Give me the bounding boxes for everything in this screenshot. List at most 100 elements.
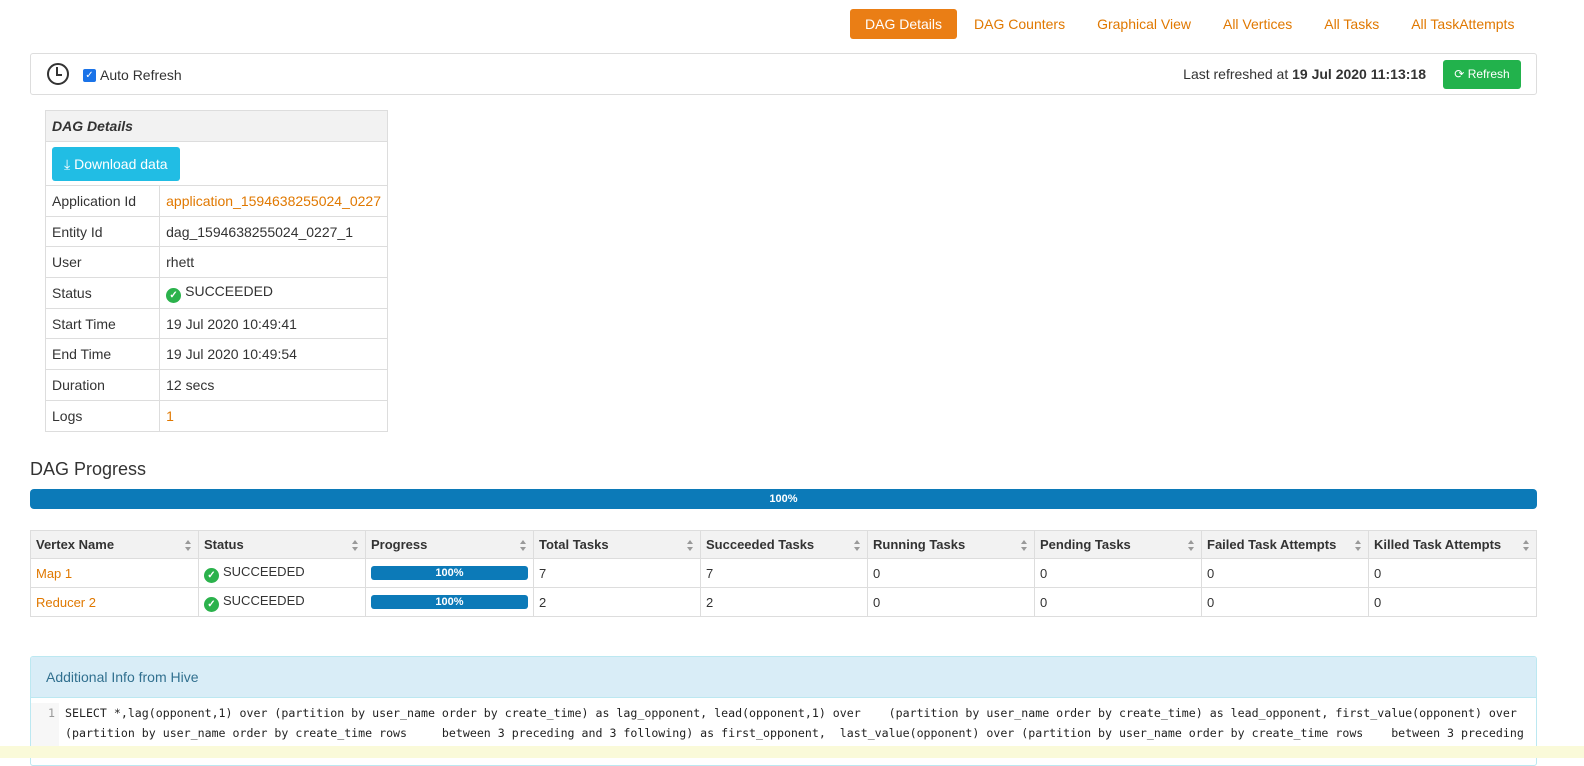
killed-task-attempts: 0	[1368, 587, 1537, 617]
status-cell: ✓ SUCCEEDED	[159, 277, 388, 309]
sort-icon[interactable]	[1021, 540, 1028, 551]
tab-dag-counters[interactable]: DAG Counters	[959, 9, 1080, 39]
vertices-table: Vertex Name Status Progress Total Tasks …	[30, 530, 1537, 617]
detail-value: 19 Jul 2020 10:49:54	[159, 338, 388, 371]
running-tasks: 0	[867, 558, 1035, 588]
check-circle-icon: ✓	[204, 567, 219, 583]
check-circle-icon: ✓	[166, 287, 182, 303]
sort-icon[interactable]	[352, 540, 359, 551]
column-label: Status	[204, 537, 244, 552]
vertex-status-cell: ✓ SUCCEEDED	[198, 587, 366, 617]
sort-icon[interactable]	[687, 540, 694, 551]
bottom-strip	[0, 746, 1584, 758]
col-killed-task-attempts[interactable]: Killed Task Attempts	[1368, 530, 1537, 559]
col-status[interactable]: Status	[198, 530, 366, 559]
detail-value: 12 secs	[159, 369, 388, 401]
last-refreshed-prefix: Last refreshed at	[1183, 66, 1289, 82]
sort-icon[interactable]	[1523, 540, 1530, 551]
detail-row-user: User rhett	[44, 246, 388, 279]
vertex-progress-fill: 100%	[371, 566, 528, 580]
col-pending-tasks[interactable]: Pending Tasks	[1034, 530, 1202, 559]
vertex-progress-cell: 100%	[365, 558, 534, 588]
query-code-editor[interactable]: 1 SELECT *,lag(opponent,1) over (partiti…	[31, 698, 1536, 748]
column-label: Total Tasks	[539, 537, 609, 552]
vertex-status: SUCCEEDED	[223, 592, 305, 608]
tab-all-tasks[interactable]: All Tasks	[1309, 9, 1394, 39]
tab-graphical-view[interactable]: Graphical View	[1082, 9, 1206, 39]
refresh-button[interactable]: ⟳ Refresh	[1443, 60, 1521, 89]
detail-row-logs: Logs 1	[44, 399, 388, 432]
hive-info-title: Additional Info from Hive	[31, 657, 1536, 698]
tab-all-vertices[interactable]: All Vertices	[1208, 9, 1307, 39]
detail-row-start-time: Start Time 19 Jul 2020 10:49:41	[44, 307, 388, 340]
col-running-tasks[interactable]: Running Tasks	[867, 530, 1035, 559]
column-label: Vertex Name	[36, 537, 115, 552]
detail-row-application-id: Application Id application_1594638255024…	[44, 185, 388, 217]
detail-label: Entity Id	[44, 215, 161, 248]
col-total-tasks[interactable]: Total Tasks	[533, 530, 701, 559]
detail-label: Application Id	[44, 185, 161, 217]
top-nav: DAG Details DAG Counters Graphical View …	[850, 9, 1531, 39]
logs-link[interactable]: 1	[166, 408, 174, 424]
col-vertex-name[interactable]: Vertex Name	[30, 530, 199, 559]
detail-label: User	[44, 246, 161, 279]
detail-label: Duration	[44, 369, 161, 401]
col-progress[interactable]: Progress	[365, 530, 534, 559]
detail-value: 19 Jul 2020 10:49:41	[159, 307, 388, 340]
col-failed-task-attempts[interactable]: Failed Task Attempts	[1201, 530, 1369, 559]
detail-label: Logs	[44, 399, 161, 432]
total-tasks: 7	[533, 558, 701, 588]
status-value: SUCCEEDED	[185, 282, 274, 299]
table-row: Reducer 2 ✓ SUCCEEDED 100% 2 2 0 0 0 0	[30, 587, 1537, 617]
clock-icon	[47, 63, 69, 85]
vertex-name-link[interactable]: Map 1	[36, 566, 72, 581]
refresh-bar: ✓ Auto Refresh Last refreshed at 19 Jul …	[30, 53, 1537, 95]
download-data-button[interactable]: ⤓ Download data	[52, 146, 180, 181]
pending-tasks: 0	[1034, 558, 1202, 588]
download-label: Download data	[74, 155, 168, 172]
sort-icon[interactable]	[520, 540, 527, 551]
table-row: Map 1 ✓ SUCCEEDED 100% 7 7 0 0 0 0	[30, 558, 1537, 588]
check-circle-icon: ✓	[204, 596, 219, 612]
vertex-progress-fill: 100%	[371, 595, 528, 609]
column-label: Progress	[371, 537, 428, 552]
pending-tasks: 0	[1034, 587, 1202, 617]
dag-details-table: DAG Details ⤓ Download data Application …	[44, 110, 388, 432]
succeeded-tasks: 7	[700, 558, 868, 588]
dag-progress-fill: 100%	[30, 489, 1537, 509]
detail-label: End Time	[44, 338, 161, 371]
application-id-link[interactable]: application_1594638255024_0227	[166, 193, 381, 209]
sort-icon[interactable]	[854, 540, 861, 551]
vertex-status: SUCCEEDED	[223, 563, 305, 579]
sort-icon[interactable]	[1188, 540, 1195, 551]
vertex-name-link[interactable]: Reducer 2	[36, 595, 96, 610]
download-cell: ⤓ Download data	[45, 141, 388, 186]
auto-refresh-label: Auto Refresh	[100, 67, 182, 83]
detail-row-duration: Duration 12 secs	[44, 369, 388, 401]
col-succeeded-tasks[interactable]: Succeeded Tasks	[700, 530, 868, 559]
failed-task-attempts: 0	[1201, 587, 1369, 617]
auto-refresh-checkbox[interactable]: ✓	[83, 68, 96, 82]
sort-icon[interactable]	[185, 540, 192, 551]
running-tasks: 0	[867, 587, 1035, 617]
line-number: 1	[31, 703, 59, 748]
sort-icon[interactable]	[1355, 540, 1362, 551]
last-refreshed: Last refreshed at 19 Jul 2020 11:13:18	[1183, 66, 1426, 82]
dag-progress-bar: 100%	[30, 489, 1537, 509]
auto-refresh-toggle[interactable]: ✓ Auto Refresh	[83, 67, 182, 83]
last-refreshed-time: 19 Jul 2020 11:13:18	[1292, 66, 1426, 82]
detail-label: Status	[44, 277, 161, 309]
column-label: Running Tasks	[873, 537, 966, 552]
tab-dag-details[interactable]: DAG Details	[850, 9, 958, 39]
failed-task-attempts: 0	[1201, 558, 1369, 588]
vertex-status-cell: ✓ SUCCEEDED	[198, 558, 366, 588]
total-tasks: 2	[533, 587, 701, 617]
tab-all-taskattempts[interactable]: All TaskAttempts	[1396, 9, 1529, 39]
detail-row-end-time: End Time 19 Jul 2020 10:49:54	[44, 338, 388, 371]
detail-value: rhett	[159, 246, 388, 279]
code-line: (partition by user_name order by create_…	[65, 726, 1524, 740]
download-icon: ⤓	[64, 155, 71, 172]
column-label: Pending Tasks	[1040, 537, 1131, 552]
dag-progress-title: DAG Progress	[30, 459, 147, 479]
vertex-progress-bar: 100%	[371, 595, 528, 609]
